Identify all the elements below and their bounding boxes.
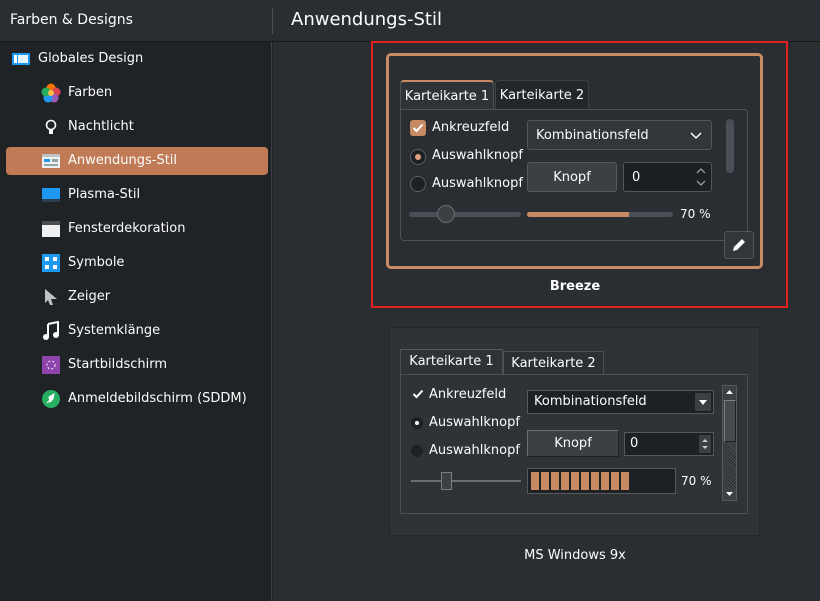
sidebar-item-label: Startbildschirm — [68, 357, 168, 372]
preview-progress-label: 70 % — [681, 474, 712, 488]
preview-spinbox: 0 — [623, 162, 712, 192]
application-style-icon — [42, 154, 60, 168]
edit-style-button[interactable] — [724, 231, 754, 259]
preview-progress-bar — [527, 468, 676, 494]
sidebar-item-label: Symbole — [68, 255, 125, 270]
sidebar-item-label: Systemklänge — [68, 323, 161, 338]
progress-block — [611, 472, 619, 490]
preview-tab-1: Karteikarte 1 — [400, 349, 503, 375]
preview-radio-label: Auswahlknopf — [429, 443, 520, 458]
preview-slider — [411, 480, 521, 482]
preview-scrollbar — [726, 119, 734, 173]
sidebar-item-login-screen[interactable]: Anmeldebildschirm (SDDM) — [6, 385, 268, 413]
cursor-icon — [45, 289, 57, 305]
triangle-up-icon — [726, 390, 733, 394]
preview-slider — [409, 212, 521, 217]
progress-block — [551, 472, 559, 490]
preview-radio-checked — [410, 149, 426, 165]
preview-combobox-value: Kombinationsfeld — [534, 394, 647, 409]
preview-checkbox — [410, 120, 426, 136]
preview-radio-checked — [411, 417, 423, 429]
progress-block — [561, 472, 569, 490]
chevron-down-icon — [690, 132, 702, 140]
preview-tab-2: Karteikarte 2 — [495, 80, 589, 110]
colors-icon — [41, 83, 61, 103]
style-name-ms-windows-9x: MS Windows 9x — [524, 548, 626, 563]
progress-block — [591, 472, 599, 490]
sidebar-item-window-decoration[interactable]: Fensterdekoration — [6, 215, 268, 243]
sidebar-item-icons[interactable]: Symbole — [6, 249, 268, 277]
spin-arrows-icon — [696, 168, 706, 186]
preview-checkbox-label: Ankreuzfeld — [429, 387, 507, 402]
preview-button: Knopf — [527, 430, 619, 457]
preview-radio-label: Auswahlknopf — [429, 415, 520, 430]
sidebar-item-label: Farben — [68, 85, 113, 100]
pencil-icon — [733, 239, 745, 251]
sidebar-header-title: Farben & Designs — [10, 12, 133, 28]
sidebar-item-label: Globales Design — [38, 51, 144, 66]
page-title: Anwendungs-Stil — [291, 9, 442, 30]
check-icon — [412, 389, 424, 399]
system-sounds-icon — [43, 321, 59, 340]
preview-radio-label: Auswahlknopf — [432, 176, 523, 191]
preview-progress-bar — [527, 212, 673, 217]
sidebar-item-label: Anmeldebildschirm (SDDM) — [68, 391, 247, 406]
preview-slider-handle — [441, 472, 452, 490]
sidebar-item-label: Plasma-Stil — [68, 187, 141, 202]
window-decoration-icon — [42, 221, 60, 237]
preview-combobox: Kombinationsfeld — [527, 390, 714, 414]
preview-tab-1: Karteikarte 1 — [400, 80, 494, 110]
sidebar-item-splash-screen[interactable]: Startbildschirm — [6, 351, 268, 379]
progress-block — [581, 472, 589, 490]
triangle-down-icon — [699, 400, 707, 405]
preview-combobox-value: Kombinationsfeld — [536, 128, 649, 143]
sidebar-item-cursor[interactable]: Zeiger — [6, 283, 268, 311]
sidebar-item-label: Fensterdekoration — [68, 221, 186, 236]
preview-spinbox: 0 — [624, 432, 714, 456]
preview-radio-label: Auswahlknopf — [432, 148, 523, 163]
preview-checkbox-label: Ankreuzfeld — [432, 120, 510, 135]
sidebar-item-application-style[interactable]: Anwendungs-Stil — [6, 147, 268, 175]
preview-spinbox-value: 0 — [632, 170, 641, 185]
splash-screen-icon — [42, 356, 60, 374]
preview-combobox: Kombinationsfeld — [527, 120, 712, 150]
progress-block — [531, 472, 539, 490]
preview-button: Knopf — [527, 162, 617, 192]
sidebar-item-system-sounds[interactable]: Systemklänge — [6, 317, 268, 345]
sidebar-item-plasma-style[interactable]: Plasma-Stil — [6, 181, 268, 209]
icons-icon — [42, 254, 60, 272]
style-name-breeze: Breeze — [549, 279, 601, 294]
sidebar-header: Farben & Designs — [0, 0, 273, 42]
preview-slider-handle — [437, 205, 455, 223]
preview-scrollbar — [722, 385, 737, 501]
plasma-style-icon — [42, 188, 60, 202]
sidebar-item-night-light[interactable]: Nachtlicht — [6, 113, 268, 141]
progress-block — [541, 472, 549, 490]
spin-arrows-icon — [702, 439, 708, 449]
sidebar-item-label: Anwendungs-Stil — [68, 153, 178, 168]
header-divider — [272, 8, 273, 34]
preview-tab-2: Karteikarte 2 — [503, 351, 604, 375]
preview-radio-unchecked — [411, 445, 423, 457]
progress-block — [571, 472, 579, 490]
progress-block — [601, 472, 609, 490]
preview-progress-label: 70 % — [680, 207, 711, 221]
sidebar-item-colors[interactable]: Farben — [6, 79, 268, 107]
sidebar-item-global-design[interactable]: Globales Design — [6, 45, 268, 73]
page-header: Anwendungs-Stil — [273, 0, 820, 42]
sidebar-item-label: Zeiger — [68, 289, 111, 304]
check-icon — [412, 123, 424, 133]
preview-spinbox-value: 0 — [630, 436, 639, 451]
login-screen-icon — [42, 390, 60, 408]
triangle-down-icon — [726, 492, 733, 496]
preview-radio-unchecked — [410, 176, 426, 192]
global-design-icon — [12, 53, 30, 65]
night-light-icon — [45, 119, 57, 134]
sidebar-item-label: Nachtlicht — [68, 119, 134, 134]
progress-block — [621, 472, 629, 490]
